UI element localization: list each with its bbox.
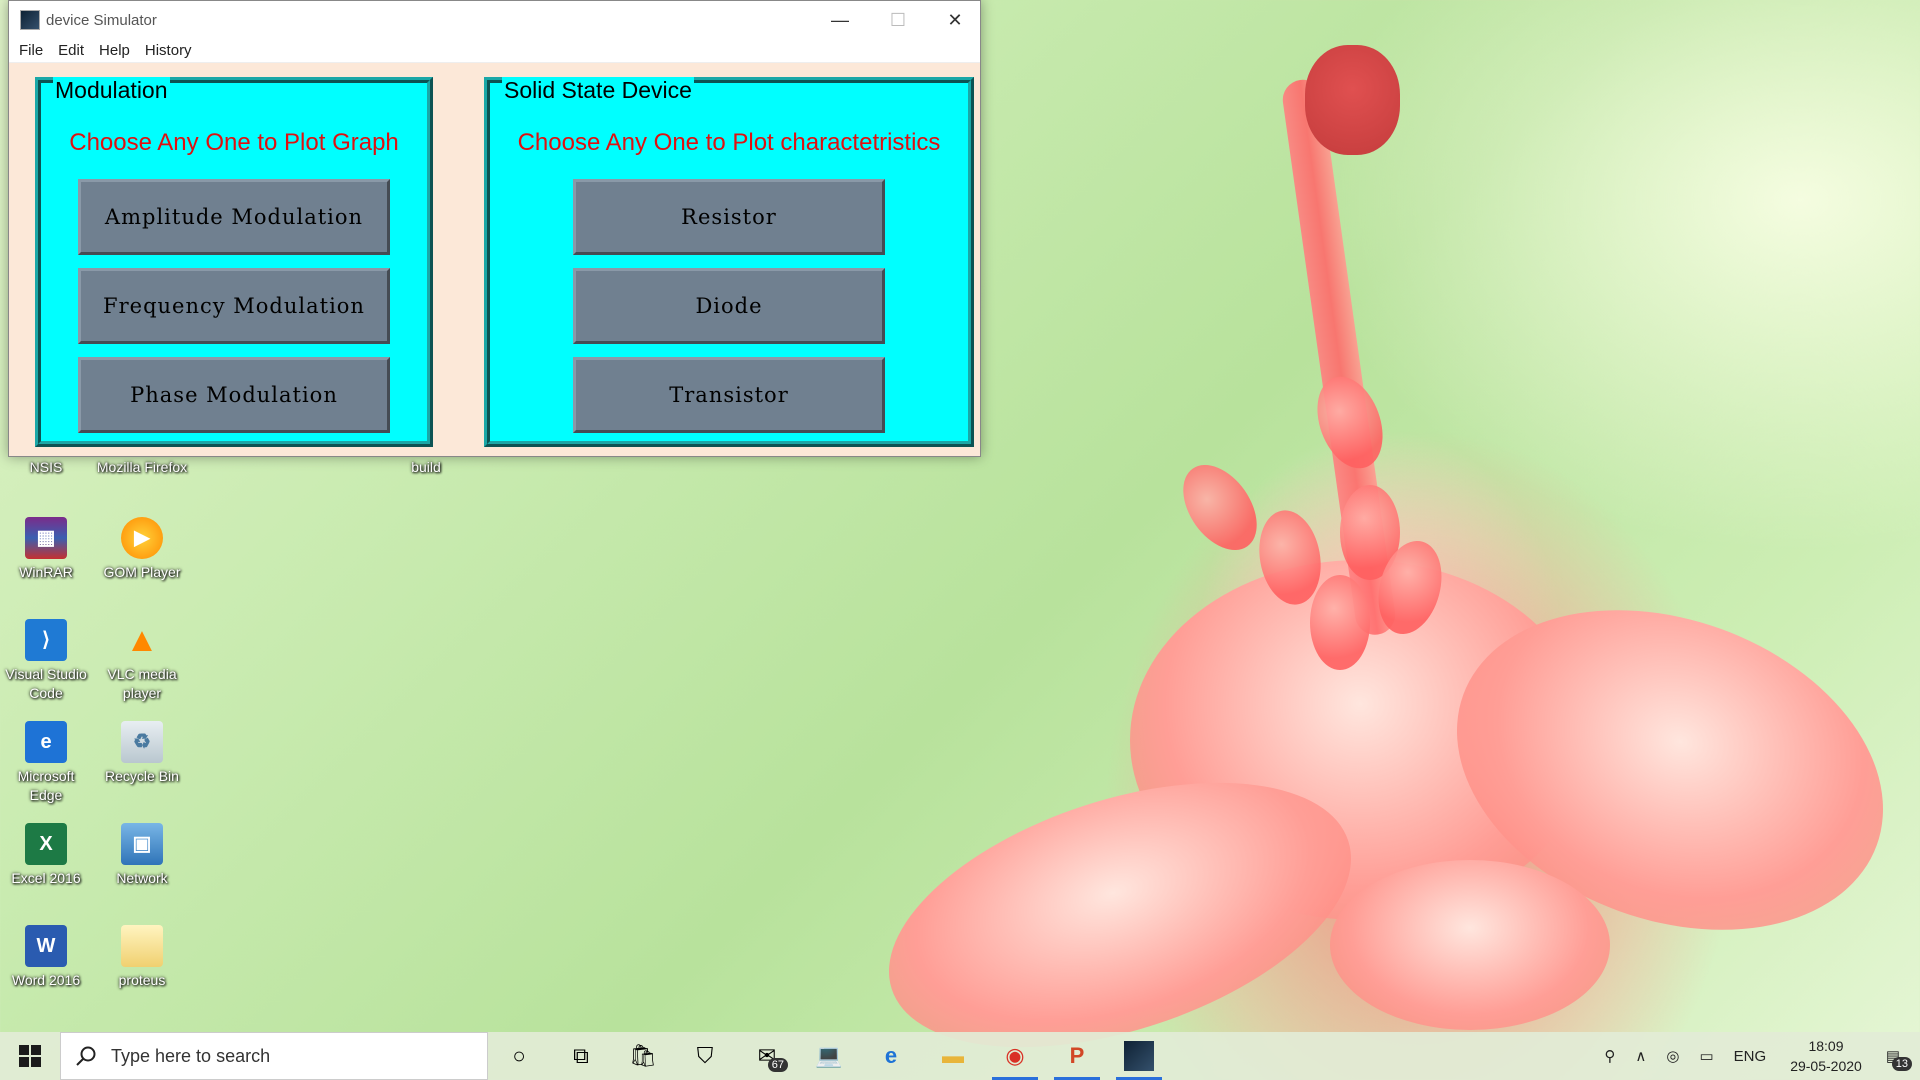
excel-icon: X	[25, 823, 67, 865]
window-title: device Simulator	[46, 11, 157, 29]
desktop-icon-label: Recycle Bin	[105, 768, 179, 784]
powerpoint-icon[interactable]: P	[1046, 1032, 1108, 1080]
people-icon[interactable]: ⚲	[1604, 1047, 1615, 1065]
search-placeholder: Type here to search	[111, 1045, 271, 1066]
security-shield-icon[interactable]: ⛉	[674, 1032, 736, 1080]
modulation-frame: Modulation Choose Any One to Plot Graph …	[35, 77, 433, 447]
gom-player-icon: ▶	[121, 517, 163, 559]
device-simulator-taskbar-icon[interactable]	[1108, 1032, 1170, 1080]
network-globe-icon[interactable]: ◎	[1666, 1047, 1679, 1065]
menu-file[interactable]: File	[19, 42, 43, 59]
desktop-icon-label: Microsoft Edge	[17, 768, 75, 803]
desktop-icon-label: build	[411, 459, 441, 475]
minimize-button[interactable]: —	[811, 1, 869, 39]
clock-time: 18:09	[1808, 1038, 1844, 1054]
desktop-icon-vscode[interactable]: ⟩ Visual Studio Code	[0, 619, 92, 703]
clock[interactable]: 18:09 29-05-2020	[1790, 1036, 1862, 1076]
desktop-icon-label: Mozilla Firefox	[96, 459, 188, 475]
desktop-icon-excel[interactable]: X Excel 2016	[0, 823, 92, 888]
desktop-icon-label: NSIS	[29, 459, 63, 475]
menu-bar: File Edit Help History	[9, 39, 980, 63]
winrar-icon: ▦	[25, 517, 67, 559]
store-icon[interactable]: 🛍	[612, 1032, 674, 1080]
windows-logo-icon	[19, 1045, 41, 1067]
amplitude-modulation-button[interactable]: Amplitude Modulation	[78, 179, 390, 255]
desktop-icon-vlc[interactable]: ▲ VLC media player	[96, 619, 188, 703]
diode-button[interactable]: Diode	[573, 268, 885, 344]
desktop-icon-gom-player[interactable]: ▶ GOM Player	[96, 517, 188, 582]
notification-badge: 13	[1891, 1057, 1912, 1071]
desktop-icon-word[interactable]: W Word 2016	[0, 925, 92, 990]
chrome-icon[interactable]: ◉	[984, 1032, 1046, 1080]
edge-taskbar-icon[interactable]: e	[860, 1032, 922, 1080]
mail-badge: 67	[767, 1058, 788, 1072]
vscode-icon: ⟩	[25, 619, 67, 661]
desktop-icon-proteus[interactable]: proteus	[96, 925, 188, 990]
solid-state-frame: Solid State Device Choose Any One to Plo…	[484, 77, 974, 447]
transistor-button[interactable]: Transistor	[573, 357, 885, 433]
task-view-icon[interactable]: ⧉	[550, 1032, 612, 1080]
title-bar[interactable]: device Simulator — ☐ ✕	[9, 1, 980, 39]
flower-anther	[1310, 575, 1370, 670]
maximize-button[interactable]: ☐	[869, 1, 927, 39]
mail-icon[interactable]: ✉ 67	[736, 1032, 798, 1080]
desktop-icon-label: WinRAR	[19, 564, 73, 580]
desktop-icon-build[interactable]: build	[380, 458, 472, 477]
close-button[interactable]: ✕	[926, 1, 984, 39]
desktop-icon-label: Excel 2016	[11, 870, 81, 886]
search-icon	[76, 1046, 96, 1066]
notification-center-icon[interactable]: ▤ 13	[1886, 1047, 1912, 1071]
resistor-button[interactable]: Resistor	[573, 179, 885, 255]
flower-stigma	[1305, 45, 1400, 155]
chevron-up-icon[interactable]: ∧	[1635, 1047, 1646, 1065]
edge-icon: e	[25, 721, 67, 763]
language-indicator[interactable]: ENG	[1734, 1048, 1767, 1065]
laptop-app-icon[interactable]: 💻	[798, 1032, 860, 1080]
modulation-frame-title: Modulation	[53, 77, 170, 103]
desktop-icon-label: GOM Player	[103, 564, 181, 580]
flower-anther	[1305, 367, 1395, 478]
device-simulator-window: device Simulator — ☐ ✕ File Edit Help Hi…	[8, 0, 981, 457]
file-explorer-icon[interactable]: ▬	[922, 1032, 984, 1080]
network-icon: ▣	[121, 823, 163, 865]
folder-icon	[121, 925, 163, 967]
flower-petal	[1330, 860, 1610, 1030]
desktop-icon-edge[interactable]: e Microsoft Edge	[0, 721, 92, 805]
menu-help[interactable]: Help	[99, 42, 130, 59]
solid-state-instruction: Choose Any One to Plot charactetristics	[517, 129, 941, 156]
cortana-icon[interactable]: ○	[488, 1032, 550, 1080]
desktop-icon-label: Network	[116, 870, 168, 886]
start-button[interactable]	[0, 1032, 60, 1080]
desktop-icon-label: Word 2016	[11, 972, 81, 988]
vlc-cone-icon: ▲	[125, 620, 159, 659]
taskbar: Type here to search ○ ⧉ 🛍 ⛉ ✉ 67 💻 e ▬ ◉ …	[0, 1032, 1920, 1080]
flower-anther	[1168, 451, 1272, 564]
taskbar-search-box[interactable]: Type here to search	[60, 1032, 488, 1080]
desktop-icon-winrar[interactable]: ▦ WinRAR	[0, 517, 92, 582]
system-tray: ⚲ ∧ ◎ ▭ ENG 18:09 29-05-2020 ▤ 13	[1594, 1032, 1920, 1080]
desktop-icon-recycle-bin[interactable]: ♻ Recycle Bin	[96, 721, 188, 786]
desktop-icon-network[interactable]: ▣ Network	[96, 823, 188, 888]
menu-history[interactable]: History	[145, 42, 192, 59]
frequency-modulation-button[interactable]: Frequency Modulation	[78, 268, 390, 344]
modulation-instruction: Choose Any One to Plot Graph	[69, 129, 399, 156]
desktop-icon-label: proteus	[118, 972, 166, 988]
desktop-icon-label: VLC media player	[107, 666, 177, 701]
desktop-icon-nsis[interactable]: NSIS	[0, 458, 92, 477]
menu-edit[interactable]: Edit	[58, 42, 84, 59]
app-icon	[20, 10, 40, 30]
solid-state-frame-title: Solid State Device	[502, 77, 694, 103]
battery-icon[interactable]: ▭	[1699, 1047, 1713, 1065]
app-icon	[1124, 1041, 1154, 1071]
recycle-bin-icon: ♻	[121, 721, 163, 763]
clock-date: 29-05-2020	[1790, 1058, 1862, 1074]
desktop-icon-firefox[interactable]: Mozilla Firefox	[96, 458, 188, 477]
phase-modulation-button[interactable]: Phase Modulation	[78, 357, 390, 433]
word-icon: W	[25, 925, 67, 967]
desktop-icon-label: Visual Studio Code	[5, 666, 87, 701]
